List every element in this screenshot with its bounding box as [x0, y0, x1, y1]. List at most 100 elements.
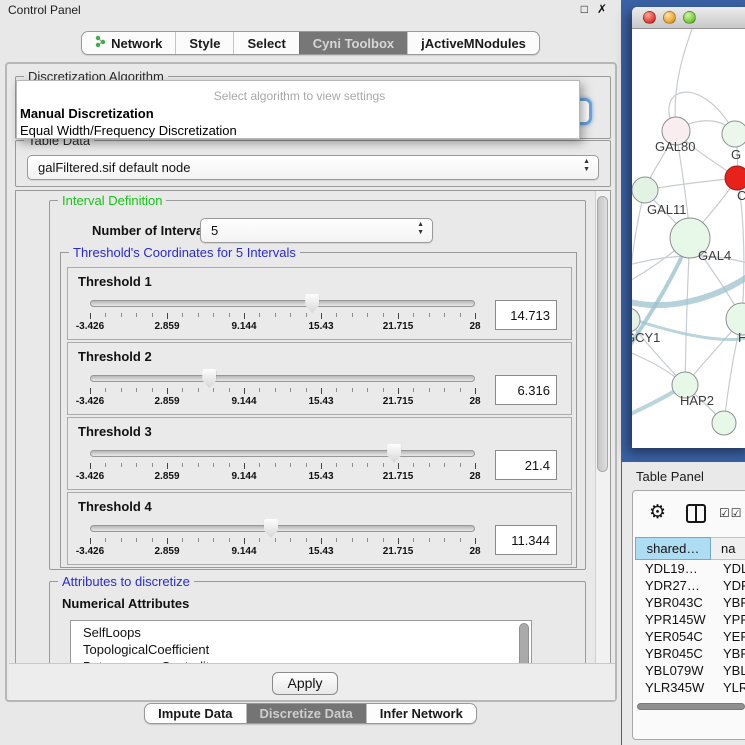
- threshold-1-label: Threshold 1: [78, 274, 152, 289]
- zoom-traffic-light-icon[interactable]: [683, 11, 696, 24]
- slider-thumb[interactable]: [387, 444, 401, 463]
- table-data-combobox[interactable]: galFiltered.sif default node ▲▼: [27, 155, 599, 180]
- split-panel-icon[interactable]: [686, 504, 706, 523]
- table-cell: YBR045C: [635, 645, 711, 662]
- slider-thumb[interactable]: [264, 519, 278, 538]
- settings-scrollbar-thumb[interactable]: [597, 196, 608, 472]
- dropdown-option-equal-width[interactable]: Equal Width/Frequency Discretization: [17, 122, 579, 139]
- table-row[interactable]: YBR043CYBR0: [635, 594, 745, 611]
- table-data-group: Table Data galFiltered.sif default node …: [15, 140, 611, 187]
- network-view-window: GAL80GGAL11CGAL4GCY1HHAP2: [632, 7, 745, 448]
- node-label: H: [738, 330, 745, 345]
- slider-track: [90, 375, 475, 382]
- tab-style[interactable]: Style: [175, 32, 233, 54]
- attribute-item[interactable]: TopologicalCoefficient: [83, 641, 531, 658]
- table-row[interactable]: YDR27…YDR2: [635, 577, 745, 594]
- float-window-icon[interactable]: □: [581, 2, 588, 16]
- table-panel-title: Table Panel: [622, 462, 745, 484]
- control-panel-titlebar: Control Panel □ ✗: [0, 0, 621, 18]
- table-panel: Table Panel ⚙ ☑☑ shared… na YDL19…YDL1YD…: [622, 462, 745, 745]
- close-window-icon[interactable]: ✗: [597, 2, 607, 16]
- threshold-1-value-input[interactable]: [495, 300, 557, 330]
- select-columns-icons[interactable]: ☑☑: [719, 506, 743, 520]
- table-row[interactable]: YPR145WYPR1: [635, 611, 745, 628]
- slider-track: [90, 300, 475, 307]
- gear-icon[interactable]: ⚙: [649, 503, 666, 522]
- table-cell: YBR043C: [635, 594, 711, 611]
- node-label: GCY1: [632, 330, 660, 345]
- tab-impute-data[interactable]: Impute Data: [145, 704, 245, 723]
- interval-definition-group: Interval Definition Number of Intervals …: [49, 200, 586, 570]
- attribute-item[interactable]: SelfLoops: [83, 624, 531, 641]
- table-row[interactable]: YIL053CYIL0: [635, 696, 745, 700]
- table-cell: YIL053C: [635, 696, 711, 700]
- network-canvas[interactable]: GAL80GGAL11CGAL4GCY1HHAP2: [632, 29, 745, 447]
- table-panel-body: ⚙ ☑☑ shared… na YDL19…YDL1YDR27…YDR2YBR0…: [632, 490, 745, 740]
- tab-label: Impute Data: [158, 706, 232, 721]
- threshold-4-slider[interactable]: -3.4262.8599.14415.4321.71528: [90, 519, 475, 565]
- network-node[interactable]: [722, 121, 745, 147]
- numerical-attributes-list[interactable]: SelfLoopsTopologicalCoefficientBetweenne…: [70, 620, 532, 664]
- attributes-list-scrollbar[interactable]: [519, 623, 529, 664]
- dropdown-placeholder-option[interactable]: Select algorithm to view settings: [17, 88, 579, 105]
- slider-thumb[interactable]: [305, 294, 319, 313]
- tab-network[interactable]: Network: [82, 32, 175, 54]
- threshold-2-slider[interactable]: -3.4262.8599.14415.4321.71528: [90, 369, 475, 415]
- number-of-intervals-value: 5: [211, 223, 218, 238]
- table-cell: YLR3: [711, 679, 745, 696]
- node-label: GAL11: [647, 202, 687, 217]
- table-cell: YPR1: [711, 611, 745, 628]
- slider-track: [90, 450, 475, 457]
- threshold-3-value-input[interactable]: [495, 450, 557, 480]
- settings-scrollpane: Interval Definition Number of Intervals …: [15, 190, 611, 664]
- column-header-shared-name[interactable]: shared…: [635, 537, 711, 560]
- tab-label: Cyni Toolbox: [313, 36, 394, 51]
- table-row[interactable]: YLR345WYLR3: [635, 679, 745, 696]
- slider-scale: -3.4262.8599.14415.4321.71528: [90, 388, 475, 412]
- settings-scrollbar[interactable]: [595, 191, 610, 663]
- slider-scale: -3.4262.8599.14415.4321.71528: [90, 538, 475, 562]
- top-tab-bar: Network Style Select Cyni Toolbox jActiv…: [0, 31, 621, 55]
- network-node[interactable]: [632, 177, 658, 203]
- column-header-name[interactable]: na: [711, 537, 745, 560]
- node-label: G: [731, 147, 741, 162]
- tab-label: Network: [111, 36, 162, 51]
- number-of-intervals-combobox[interactable]: 5 ▲▼: [200, 218, 433, 243]
- threshold-3-panel: Threshold 3 -3.4262.8599.14415.4321.7152…: [67, 417, 572, 490]
- table-scrollbar-thumb[interactable]: [637, 703, 745, 710]
- minimize-traffic-light-icon[interactable]: [663, 11, 676, 24]
- network-node[interactable]: [712, 411, 736, 435]
- table-row[interactable]: YBR045CYBR0: [635, 645, 745, 662]
- bottom-tab-bar: Impute Data Discretize Data Infer Networ…: [0, 703, 621, 724]
- apply-button[interactable]: Apply: [272, 672, 338, 695]
- table-row[interactable]: YDL19…YDL1: [635, 560, 745, 577]
- table-cell: YBL0: [711, 662, 745, 679]
- network-node[interactable]: [725, 166, 745, 190]
- table-horizontal-scrollbar[interactable]: [637, 703, 745, 711]
- algorithm-dropdown-popup: Select algorithm to view settings Manual…: [16, 80, 580, 139]
- screen: Control Panel □ ✗ Network Style Select C…: [0, 0, 745, 745]
- node-table: shared… na YDL19…YDL1YDR27…YDR2YBR043CYB…: [635, 537, 745, 700]
- tab-jactivemnodules[interactable]: jActiveMNodules: [407, 32, 539, 54]
- tab-select[interactable]: Select: [233, 32, 298, 54]
- network-icon: [95, 35, 106, 51]
- threshold-4-panel: Threshold 4 -3.4262.8599.14415.4321.7152…: [67, 492, 572, 565]
- interval-definition-label: Interval Definition: [58, 193, 166, 208]
- table-cell: YLR345W: [635, 679, 711, 696]
- tab-discretize-data[interactable]: Discretize Data: [246, 704, 366, 723]
- node-label: GAL4: [698, 248, 731, 263]
- threshold-2-value-input[interactable]: [495, 375, 557, 405]
- number-of-intervals-label: Number of Intervals: [92, 223, 214, 238]
- threshold-1-slider[interactable]: -3.4262.8599.14415.4321.71528: [90, 294, 475, 340]
- threshold-4-value-input[interactable]: [495, 525, 557, 555]
- dropdown-option-manual-discretization[interactable]: Manual Discretization: [17, 105, 579, 122]
- threshold-3-slider[interactable]: -3.4262.8599.14415.4321.71528: [90, 444, 475, 490]
- table-cell: YER0: [711, 628, 745, 645]
- slider-thumb[interactable]: [202, 369, 216, 388]
- close-traffic-light-icon[interactable]: [643, 11, 656, 24]
- tab-infer-network[interactable]: Infer Network: [366, 704, 476, 723]
- table-row[interactable]: YBL079WYBL0: [635, 662, 745, 679]
- threshold-1-panel: Threshold 1 -3.4262.8599.14415.4321.7152…: [67, 267, 572, 340]
- table-row[interactable]: YER054CYER0: [635, 628, 745, 645]
- tab-cyni-toolbox[interactable]: Cyni Toolbox: [299, 32, 407, 54]
